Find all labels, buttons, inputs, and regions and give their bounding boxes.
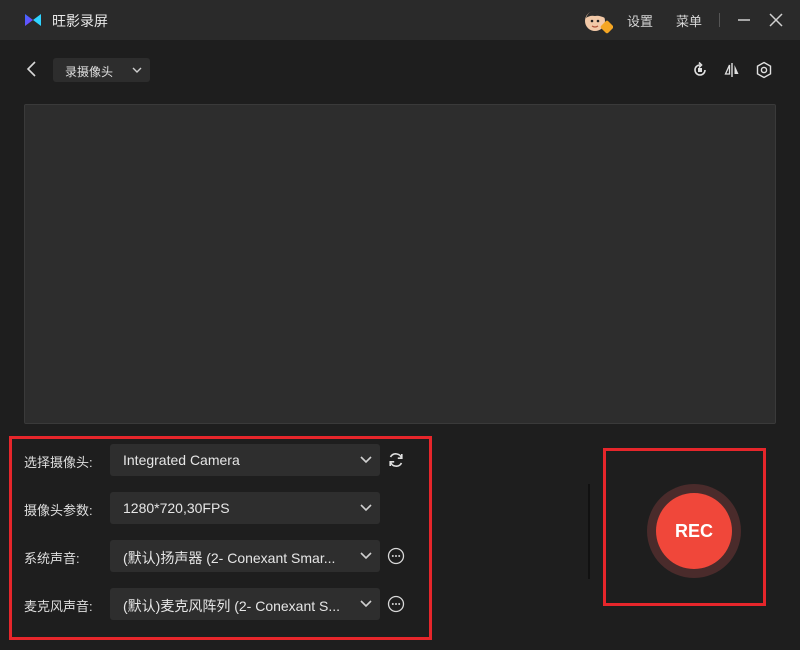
titlebar-divider: [719, 13, 720, 27]
panel-divider: [588, 484, 590, 579]
mirror-flip-icon[interactable]: [723, 61, 741, 79]
more-options-icon[interactable]: [387, 547, 405, 565]
camera-params-select[interactable]: 1280*720,30FPS: [110, 492, 380, 524]
rotate-icon[interactable]: [691, 61, 709, 79]
chevron-down-icon: [132, 67, 142, 73]
record-button[interactable]: REC: [656, 493, 732, 569]
chevron-down-icon: [360, 552, 372, 560]
refresh-icon[interactable]: [387, 451, 405, 469]
camera-select-label: 选择摄像头:: [24, 455, 93, 470]
camera-select-value: Integrated Camera: [123, 452, 240, 468]
minimize-icon[interactable]: [736, 12, 752, 28]
title-bar: 旺影录屏 设置 菜单: [0, 0, 800, 40]
microphone-select[interactable]: (默认)麦克风阵列 (2- Conexant S...: [110, 588, 380, 620]
system-audio-value: (默认)扬声器 (2- Conexant Smar...: [123, 550, 336, 566]
camera-params-label: 摄像头参数:: [24, 503, 93, 518]
chevron-left-icon[interactable]: [24, 60, 40, 78]
chevron-down-icon: [360, 600, 372, 608]
chevron-down-icon: [360, 504, 372, 512]
hexagon-settings-icon[interactable]: [755, 61, 773, 79]
user-avatar[interactable]: [583, 8, 613, 34]
close-icon[interactable]: [768, 12, 784, 28]
record-button-label: REC: [674, 521, 713, 541]
app-title: 旺影录屏: [52, 13, 108, 29]
more-options-icon[interactable]: [387, 595, 405, 613]
system-audio-select[interactable]: (默认)扬声器 (2- Conexant Smar...: [110, 540, 380, 572]
settings-link[interactable]: 设置: [627, 11, 653, 30]
mode-select[interactable]: 录摄像头: [53, 58, 150, 82]
microphone-label: 麦克风声音:: [24, 599, 93, 614]
camera-select[interactable]: Integrated Camera: [110, 444, 380, 476]
chevron-down-icon: [360, 456, 372, 464]
camera-params-value: 1280*720,30FPS: [123, 500, 230, 516]
microphone-value: (默认)麦克风阵列 (2- Conexant S...: [123, 598, 341, 614]
camera-preview: [24, 104, 776, 424]
app-logo-icon: [25, 14, 41, 26]
menu-link[interactable]: 菜单: [676, 11, 702, 30]
mode-select-value: 录摄像头: [65, 65, 114, 79]
system-audio-label: 系统声音:: [24, 551, 80, 566]
